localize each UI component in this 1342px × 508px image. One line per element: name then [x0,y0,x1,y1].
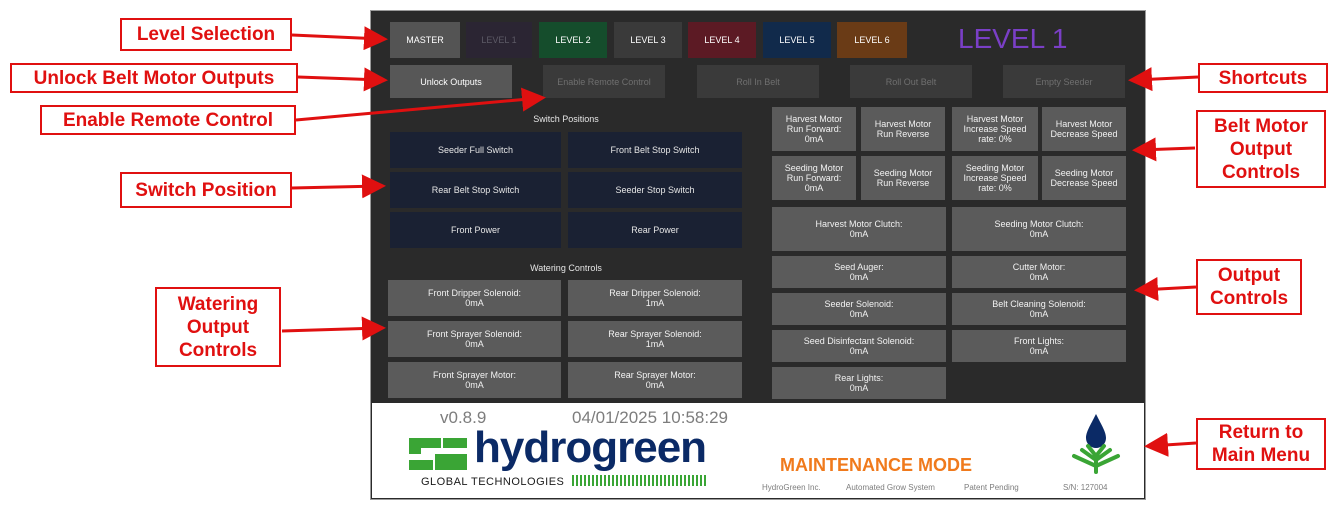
annotation-output-controls: Output Controls [1196,259,1302,315]
annotation-return-to-main-menu: Return to Main Menu [1196,418,1326,470]
annotation-watering-output-controls: Watering Output Controls [155,287,281,367]
annotation-level-selection: Level Selection [120,18,292,51]
annotation-switch-position: Switch Position [120,172,292,208]
annotation-enable-remote-control: Enable Remote Control [40,105,296,135]
annotation-belt-motor-output-controls: Belt Motor Output Controls [1196,110,1326,188]
annotation-shortcuts: Shortcuts [1198,63,1328,93]
annotation-unlock-belt-motor-outputs: Unlock Belt Motor Outputs [10,63,298,93]
